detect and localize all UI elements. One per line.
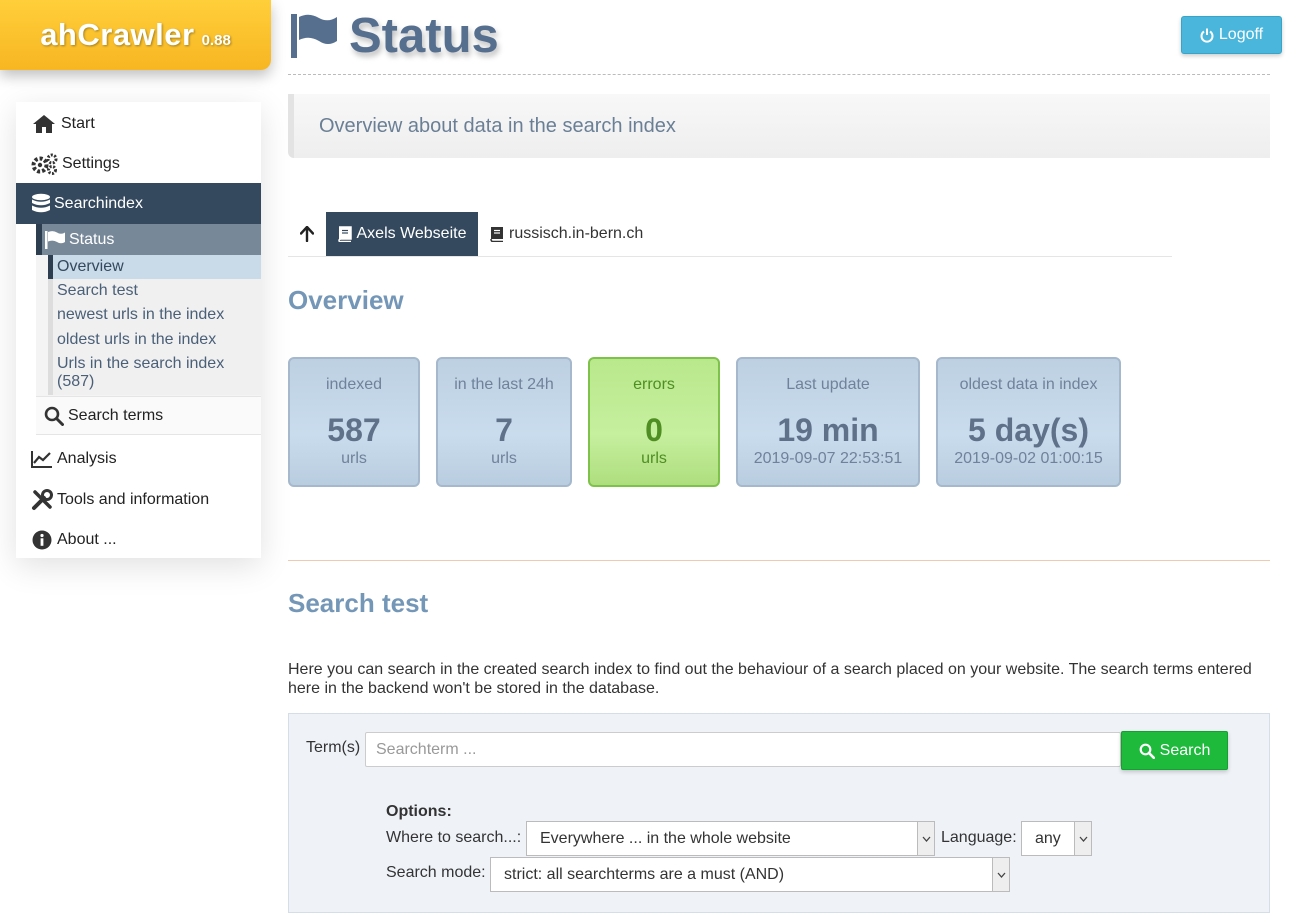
- power-icon: [1200, 28, 1214, 43]
- sidebar-subitem-status[interactable]: Status: [36, 224, 261, 255]
- where-label: Where to search...:: [386, 829, 522, 846]
- overview-heading: Overview: [288, 285, 404, 315]
- page-subheader: Overview about data in the search index: [288, 94, 1270, 158]
- chart-line-icon: [31, 451, 52, 468]
- sidebar-item-start[interactable]: Start: [16, 110, 261, 138]
- database-icon: [32, 193, 50, 212]
- logoff-button[interactable]: Logoff: [1181, 16, 1282, 54]
- sidebar-item-searchindex[interactable]: Searchindex: [16, 183, 261, 224]
- mode-select[interactable]: strict: all searchterms are a must (AND): [490, 857, 1010, 892]
- sidebar-item-label: Searchindex: [54, 194, 143, 212]
- subheader-text: Overview about data in the search index: [319, 114, 676, 137]
- where-select-value: Everywhere ... in the whole website: [540, 829, 791, 847]
- sidebar-link-search-test[interactable]: Search test: [48, 279, 261, 303]
- language-select-value: any: [1035, 829, 1061, 847]
- sidebar: Start Settings Searchindex Status Overvi…: [16, 102, 261, 558]
- page-title: Status: [289, 6, 499, 66]
- sidebar-link-oldest-urls[interactable]: oldest urls in the index: [48, 328, 261, 352]
- arrow-up-icon: [300, 226, 314, 242]
- language-select[interactable]: any: [1021, 821, 1092, 856]
- sidebar-subitem-label: Search terms: [68, 406, 164, 424]
- sidebar-subitem-label: Status: [69, 230, 115, 248]
- section-divider: [288, 560, 1270, 561]
- mode-label: Search mode:: [386, 864, 486, 881]
- chevron-down-icon: [992, 858, 1009, 891]
- gears-icon: [31, 153, 58, 175]
- search-test-description: Here you can search in the created searc…: [288, 661, 1252, 697]
- url-count: (587): [57, 373, 95, 390]
- mode-select-value: strict: all searchterms are a must (AND): [504, 865, 785, 883]
- tile-sub: urls: [641, 450, 667, 467]
- sidebar-item-about[interactable]: About ...: [16, 526, 261, 554]
- stat-tile-errors: errors 0 urls: [588, 357, 720, 487]
- flag-icon: [45, 230, 65, 249]
- tile-value: 587: [327, 412, 381, 448]
- page-title-text: Status: [349, 9, 499, 63]
- tile-value: 19 min: [777, 412, 879, 448]
- book-icon: [337, 226, 352, 242]
- search-button[interactable]: Search: [1121, 731, 1228, 770]
- where-select[interactable]: Everywhere ... in the whole website: [526, 821, 935, 856]
- stat-tile-last-24h: in the last 24h 7 urls: [436, 357, 572, 487]
- tab-russisch-in-bern[interactable]: russisch.in-bern.ch: [490, 212, 643, 256]
- tile-label: oldest data in index: [959, 376, 1098, 393]
- tile-sub: urls: [491, 450, 517, 467]
- chevron-down-icon: [1074, 822, 1091, 855]
- tab-axels-webseite[interactable]: Axels Webseite: [326, 212, 478, 256]
- tile-label: Last update: [786, 376, 870, 393]
- sidebar-link-label: Urls in the search index: [57, 355, 225, 372]
- tile-sub: 2019-09-07 22:53:51: [753, 450, 903, 467]
- project-tabs: Axels Webseite russisch.in-bern.ch: [288, 212, 1172, 257]
- chevron-down-icon: [917, 822, 934, 855]
- tile-label: in the last 24h: [454, 376, 554, 393]
- sidebar-item-tools[interactable]: Tools and information: [16, 486, 261, 514]
- tile-label: errors: [633, 376, 675, 393]
- logoff-label: Logoff: [1218, 26, 1264, 43]
- info-circle-icon: [32, 530, 52, 550]
- search-input[interactable]: [365, 732, 1121, 767]
- stat-tile-last-update: Last update 19 min 2019-09-07 22:53:51: [736, 357, 920, 487]
- stat-tile-indexed: indexed 587 urls: [288, 357, 420, 487]
- tile-value: 7: [495, 412, 513, 448]
- sidebar-item-label: Analysis: [57, 450, 117, 467]
- app-name: ahCrawler: [40, 17, 195, 52]
- sidebar-item-label: Start: [61, 115, 95, 132]
- tab-up[interactable]: [288, 212, 326, 256]
- search-button-label: Search: [1159, 741, 1211, 759]
- sidebar-link-urls-in-index[interactable]: Urls in the search index (587): [48, 352, 261, 391]
- terms-label: Term(s): [306, 739, 361, 756]
- tile-sub: urls: [341, 450, 367, 467]
- search-test-heading: Search test: [288, 588, 429, 618]
- sidebar-item-analysis[interactable]: Analysis: [16, 445, 261, 473]
- stat-tile-oldest-data: oldest data in index 5 day(s) 2019-09-02…: [936, 357, 1121, 487]
- sidebar-link-overview[interactable]: Overview: [48, 255, 261, 279]
- language-label: Language:: [941, 829, 1017, 846]
- home-icon: [33, 115, 55, 133]
- search-icon: [44, 406, 64, 426]
- app-version: 0.88: [201, 31, 231, 49]
- sidebar-subitem-search-terms[interactable]: Search terms: [36, 396, 261, 435]
- tile-sub: 2019-09-02 01:00:15: [954, 450, 1103, 467]
- app-logo[interactable]: ahCrawler 0.88: [0, 0, 271, 70]
- search-icon: [1139, 743, 1155, 759]
- sidebar-link-newest-urls[interactable]: newest urls in the index: [48, 303, 261, 327]
- sidebar-item-settings[interactable]: Settings: [16, 150, 261, 178]
- book-icon: [490, 227, 503, 242]
- tab-label: Axels Webseite: [356, 225, 467, 242]
- sidebar-item-label: About ...: [57, 531, 117, 548]
- title-divider: [288, 74, 1270, 75]
- tile-label: indexed: [325, 376, 383, 393]
- tile-value: 0: [645, 412, 663, 448]
- sidebar-item-label: Tools and information: [57, 491, 210, 508]
- tab-label: russisch.in-bern.ch: [509, 225, 644, 242]
- tile-value: 5 day(s): [968, 412, 1089, 448]
- sidebar-item-label: Settings: [62, 155, 120, 172]
- tools-icon: [32, 489, 53, 510]
- options-title: Options:: [386, 803, 452, 820]
- flag-icon: [291, 14, 337, 58]
